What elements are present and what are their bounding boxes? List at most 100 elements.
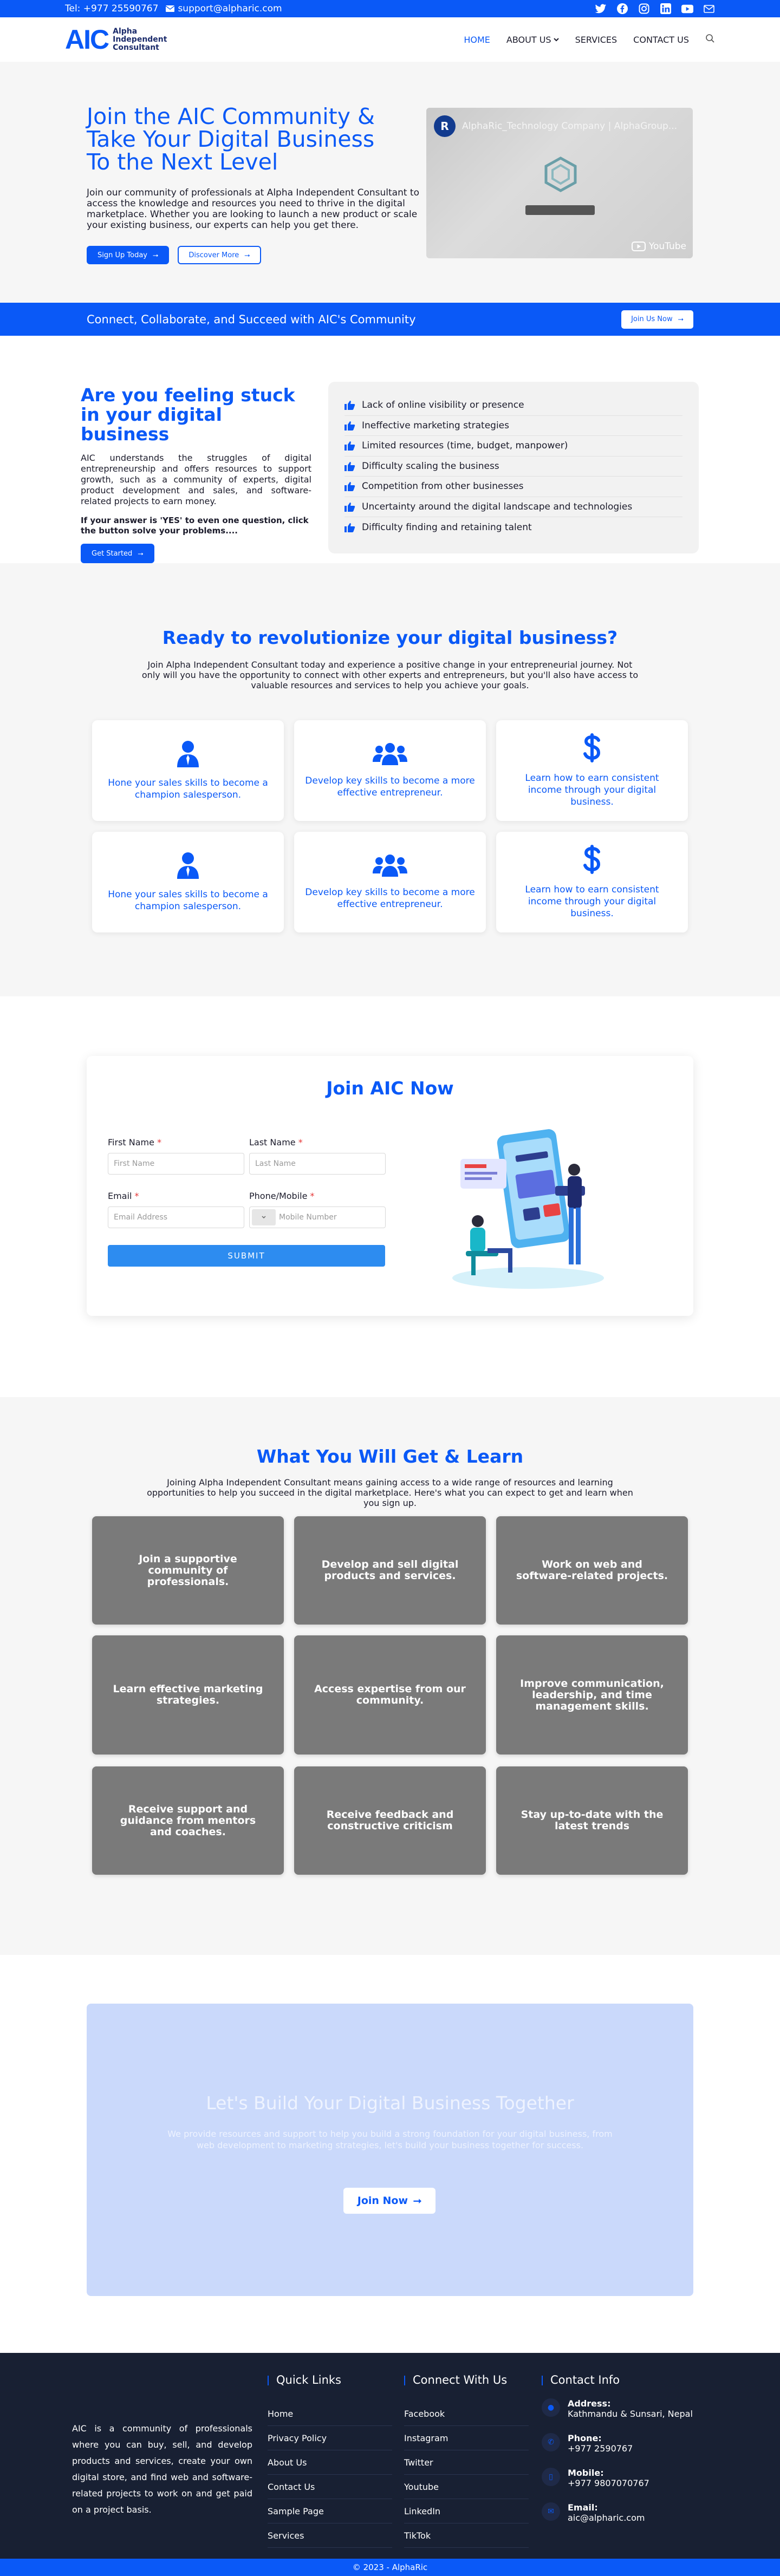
join-now-button[interactable]: Join Now ⭢ bbox=[343, 2188, 435, 2214]
discover-more-button[interactable]: Discover More ⭢ bbox=[178, 246, 261, 264]
first-name-field: First Name * First Name bbox=[108, 1137, 244, 1175]
site-logo[interactable]: AIC Alpha Independent Consultant bbox=[65, 26, 167, 53]
youtube-icon[interactable] bbox=[681, 3, 693, 15]
youtube-video-embed[interactable]: R AlphaRic_Technology Company | AlphaGro… bbox=[426, 108, 693, 258]
discover-more-label: Discover More bbox=[188, 251, 239, 259]
logo-text-line-1: Alpha bbox=[113, 27, 138, 36]
email-label-text: Email bbox=[108, 1191, 132, 1201]
problem-text: Difficulty scaling the business bbox=[362, 460, 499, 472]
connect-title: Connect With Us bbox=[404, 2373, 529, 2389]
stuck-section: Are you feeling stuck in your digital bu… bbox=[0, 336, 780, 563]
list-item: Ineffective marketing strategies bbox=[344, 416, 682, 436]
footer-link-instagram[interactable]: Instagram bbox=[404, 2426, 529, 2450]
arrow-right-icon: ⭢ bbox=[413, 2195, 422, 2207]
instagram-icon[interactable] bbox=[638, 3, 650, 15]
join-us-now-label: Join Us Now bbox=[631, 315, 673, 323]
footer-about: AIC is a community of professionals wher… bbox=[72, 2423, 252, 2515]
nav-about-us[interactable]: ABOUT US bbox=[506, 35, 559, 45]
community-banner: Connect, Collaborate, and Succeed with A… bbox=[0, 303, 780, 336]
what-you-get-section: What You Will Get & Learn Joining Alpha … bbox=[0, 1397, 780, 1955]
facebook-icon[interactable] bbox=[616, 3, 628, 15]
footer-link-youtube[interactable]: Youtube bbox=[404, 2475, 529, 2499]
footer-link-about-us[interactable]: About Us bbox=[268, 2450, 392, 2475]
stuck-description: AIC understands the struggles of digital… bbox=[81, 453, 311, 506]
mobile-value[interactable]: +977 9807070767 bbox=[568, 2478, 649, 2488]
learn-tile: Join a supportive community of professio… bbox=[92, 1516, 284, 1625]
benefit-text: Hone your sales skills to become a champ… bbox=[108, 778, 268, 800]
learn-tile: Receive feedback and constructive critic… bbox=[294, 1766, 486, 1875]
chevron-down-icon bbox=[553, 38, 559, 42]
footer-link-privacy-policy[interactable]: Privacy Policy bbox=[268, 2426, 392, 2450]
linkedin-icon[interactable] bbox=[660, 3, 672, 15]
join-now-label: Join Now bbox=[357, 2195, 408, 2207]
email-input[interactable]: Email Address bbox=[108, 1207, 244, 1228]
hero-title: Join the AIC Community & Take Your Digit… bbox=[87, 103, 375, 175]
phone-placeholder: Mobile Number bbox=[279, 1213, 337, 1222]
mail-icon: ✉ bbox=[542, 2502, 560, 2521]
footer-link-linkedin[interactable]: LinkedIn bbox=[404, 2499, 529, 2523]
twitter-icon[interactable] bbox=[595, 3, 607, 15]
benefit-card: Learn how to earn consistent income thro… bbox=[496, 832, 688, 932]
dollar-icon bbox=[583, 733, 601, 762]
footer-link-services[interactable]: Services bbox=[268, 2523, 392, 2548]
nav-home[interactable]: HOME bbox=[464, 35, 490, 45]
email-value[interactable]: aic@alpharic.com bbox=[568, 2513, 645, 2523]
last-name-input[interactable]: Last Name bbox=[249, 1153, 386, 1175]
address-label: Address: bbox=[568, 2398, 611, 2409]
search-icon[interactable] bbox=[705, 34, 715, 45]
phone-icon: ✆ bbox=[542, 2433, 560, 2451]
footer-link-sample-page[interactable]: Sample Page bbox=[268, 2499, 392, 2523]
first-name-input[interactable]: First Name bbox=[108, 1153, 244, 1175]
nav-contact-us[interactable]: CONTACT US bbox=[633, 35, 689, 45]
footer-link-home[interactable]: Home bbox=[268, 2402, 392, 2426]
stuck-intro: Are you feeling stuck in your digital bu… bbox=[81, 386, 311, 563]
topbar-email-link[interactable]: support@alpharic.com bbox=[166, 3, 282, 14]
cta-section: Let's Build Your Digital Business Togeth… bbox=[0, 1955, 780, 2353]
footer-link-twitter[interactable]: Twitter bbox=[404, 2450, 529, 2475]
footer-link-tiktok[interactable]: TikTok bbox=[404, 2523, 529, 2548]
nav-services[interactable]: SERVICES bbox=[575, 35, 618, 45]
benefit-text: Learn how to earn consistent income thro… bbox=[525, 773, 659, 807]
mail-icon[interactable] bbox=[703, 3, 715, 15]
footer-link-facebook[interactable]: Facebook bbox=[404, 2402, 529, 2426]
revolutionize-title: Ready to revolutionize your digital busi… bbox=[162, 627, 618, 648]
benefit-card: Hone your sales skills to become a champ… bbox=[92, 720, 284, 821]
learn-tile: Stay up-to-date with the latest trends bbox=[496, 1766, 688, 1875]
logo-text-line-2: Independent bbox=[113, 35, 167, 44]
channel-avatar[interactable]: R bbox=[434, 115, 456, 137]
cta-card: Let's Build Your Digital Business Togeth… bbox=[87, 2004, 693, 2296]
video-title[interactable]: AlphaRic_Technology Company | AlphaGroup… bbox=[462, 121, 677, 132]
hero-section: Join the AIC Community & Take Your Digit… bbox=[0, 62, 780, 303]
learn-tile: Improve communication, leadership, and t… bbox=[496, 1635, 688, 1755]
sign-up-today-button[interactable]: Sign Up Today ⭢ bbox=[87, 246, 170, 264]
submit-button[interactable]: SUBMIT bbox=[108, 1245, 385, 1267]
arrow-right-icon: ⭢ bbox=[138, 549, 144, 558]
footer-link-contact-us[interactable]: Contact Us bbox=[268, 2475, 392, 2499]
nav-about-us-label: ABOUT US bbox=[506, 34, 551, 45]
list-item: Difficulty scaling the business bbox=[344, 456, 682, 477]
phone-input[interactable]: Mobile Number bbox=[249, 1207, 386, 1228]
email-field: Email * Email Address bbox=[108, 1191, 244, 1228]
arrow-right-icon: ⭢ bbox=[678, 315, 684, 323]
quick-links-title: Quick Links bbox=[268, 2373, 392, 2389]
thumbs-up-icon bbox=[344, 482, 355, 492]
contact-address: ● Address: Kathmandu & Sunsari, Nepal bbox=[542, 2398, 710, 2423]
revolutionize-section: Ready to revolutionize your digital busi… bbox=[0, 563, 780, 996]
topbar-phone[interactable]: Tel: +977 25590767 bbox=[65, 3, 158, 14]
country-code-select[interactable] bbox=[252, 1209, 276, 1225]
list-item: Limited resources (time, budget, manpowe… bbox=[344, 436, 682, 456]
join-us-now-button[interactable]: Join Us Now ⭢ bbox=[621, 310, 693, 329]
phone-label: Phone/Mobile * bbox=[249, 1191, 386, 1201]
what-you-get-subtitle: Joining Alpha Independent Consultant mea… bbox=[147, 1477, 633, 1508]
required-mark: * bbox=[134, 1191, 139, 1201]
benefit-card: Develop key skills to become a more effe… bbox=[294, 832, 486, 932]
youtube-badge[interactable]: YouTube bbox=[631, 241, 686, 252]
email-label: Email * bbox=[108, 1191, 244, 1201]
users-icon bbox=[373, 855, 407, 877]
phone-field: Phone/Mobile * Mobile Number bbox=[249, 1191, 386, 1228]
get-started-label: Get Started bbox=[92, 549, 133, 558]
video-thumbnail-bar bbox=[525, 205, 595, 215]
get-started-button[interactable]: Get Started ⭢ bbox=[81, 544, 154, 563]
phone-value[interactable]: +977 2590767 bbox=[568, 2443, 633, 2454]
connect-links: Connect With Us Facebook Instagram Twitt… bbox=[404, 2373, 529, 2548]
